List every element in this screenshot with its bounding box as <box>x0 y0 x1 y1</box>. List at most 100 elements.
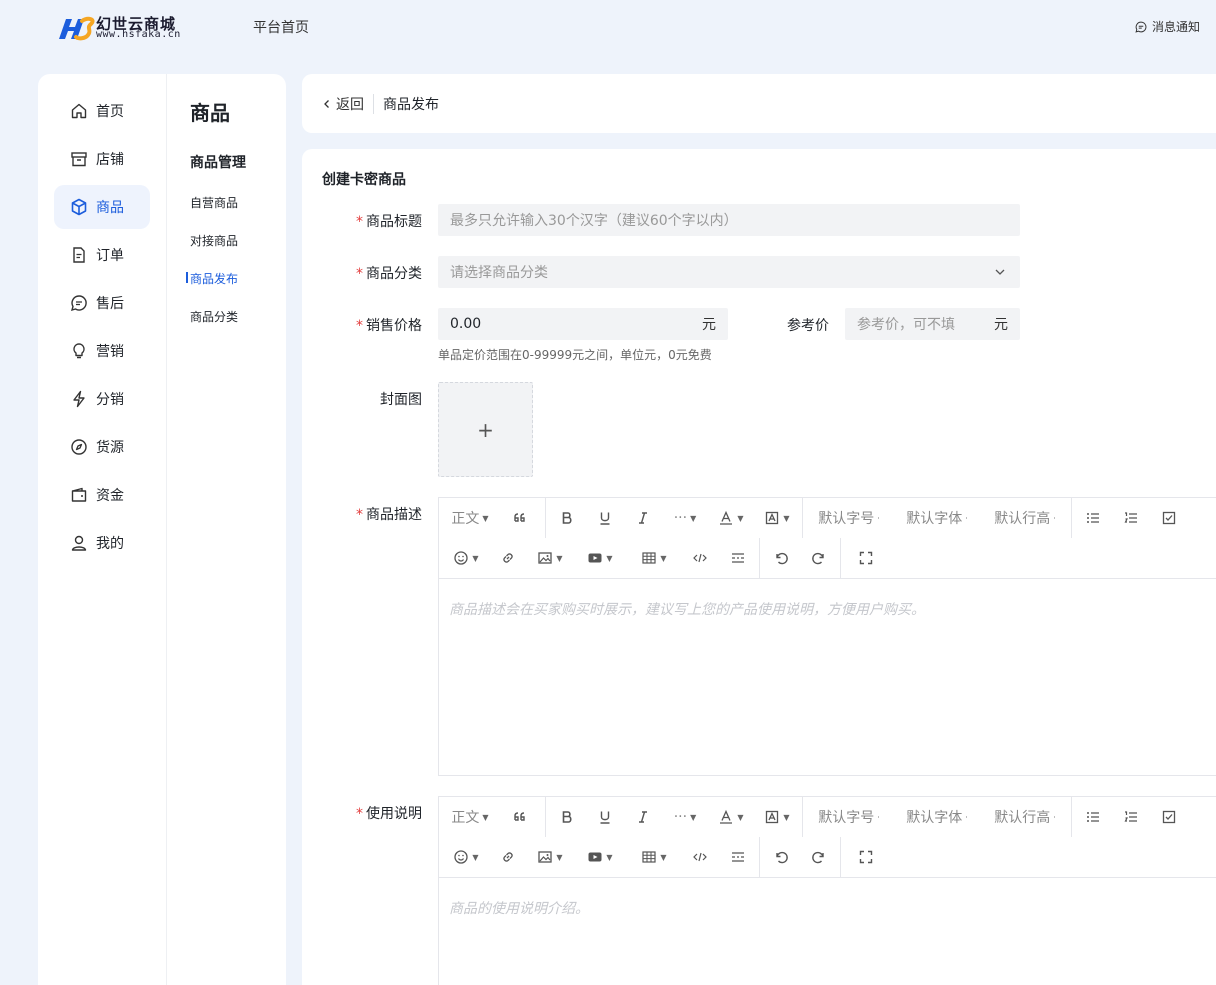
toolbar-divider <box>545 498 546 538</box>
underline-button[interactable] <box>586 498 624 538</box>
font-color-icon <box>720 510 733 525</box>
sidebar-item-mine[interactable]: 我的 <box>54 521 150 565</box>
name-input[interactable]: 最多只允许输入30个汉字（建议60个字以内） <box>438 204 1020 236</box>
video-button[interactable]: ▼ <box>573 837 627 877</box>
message-icon <box>1135 21 1147 33</box>
logo[interactable]: 幻世云商城 www.hsfaka.cn <box>58 13 188 43</box>
numbered-list-button[interactable] <box>1112 498 1150 538</box>
undo-button[interactable] <box>762 538 800 578</box>
bullet-list-button[interactable] <box>1074 797 1112 837</box>
sidebar-item-marketing[interactable]: 营销 <box>54 329 150 373</box>
checkbox-icon <box>1162 511 1176 525</box>
subnav-item-docking-goods[interactable]: 对接商品 <box>190 232 238 249</box>
line-height-dropdown[interactable]: 默认行高 · <box>981 797 1069 837</box>
platform-home-link[interactable]: 平台首页 <box>253 17 309 37</box>
italic-button[interactable] <box>624 797 662 837</box>
sidebar-item-distribution[interactable]: 分销 <box>54 377 150 421</box>
redo-button[interactable] <box>800 538 838 578</box>
chevron-left-icon <box>324 99 329 108</box>
divider-button[interactable] <box>719 538 757 578</box>
undo-button[interactable] <box>762 837 800 877</box>
emoji-button[interactable]: ▼ <box>443 538 489 578</box>
font-family-dropdown[interactable]: 默认字体 · <box>893 797 981 837</box>
quote-icon <box>514 812 525 821</box>
sidebar-item-home[interactable]: 首页 <box>54 89 150 133</box>
sidebar-item-aftersale[interactable]: 售后 <box>54 281 150 325</box>
back-button[interactable]: 返回 <box>322 93 374 114</box>
paragraph-dropdown[interactable]: 正文 ▼ <box>443 797 497 837</box>
divider-button[interactable] <box>719 837 757 877</box>
table-button[interactable]: ▼ <box>627 538 681 578</box>
line-height-dropdown[interactable]: 默认行高 · <box>981 498 1069 538</box>
sidebar-item-goods[interactable]: 商品 <box>54 185 150 229</box>
font-size-dropdown[interactable]: 默认字号 · <box>805 797 893 837</box>
font-size-dropdown[interactable]: 默认字号 · <box>805 498 893 538</box>
font-color-button[interactable]: ▼ <box>708 797 754 837</box>
editor-toolbar-row: 正文 ▼ ··· ▼ ▼ ▼ 默认字号 · 默认字体 · 默认行高 · <box>439 797 1216 837</box>
bold-button[interactable] <box>548 797 586 837</box>
sidebar-item-label: 资金 <box>96 488 124 504</box>
emoji-button[interactable]: ▼ <box>443 837 489 877</box>
table-button[interactable]: ▼ <box>627 837 681 877</box>
subnav-item-category[interactable]: 商品分类 <box>190 308 238 325</box>
bullet-list-button[interactable] <box>1074 498 1112 538</box>
quote-button[interactable] <box>497 498 543 538</box>
sidebar-item-label: 商品 <box>96 200 124 216</box>
bold-icon <box>562 512 572 524</box>
toolbar-divider <box>1071 797 1072 837</box>
sidebar-item-supply[interactable]: 货源 <box>54 425 150 469</box>
ref-price-input[interactable]: 参考价，可不填 元 <box>845 308 1020 340</box>
bold-button[interactable] <box>548 498 586 538</box>
font-family-dropdown[interactable]: 默认字体 · <box>893 498 981 538</box>
quote-button[interactable] <box>497 797 543 837</box>
subnav-item-own-goods[interactable]: 自营商品 <box>190 194 238 211</box>
more-button[interactable]: ··· ▼ <box>662 498 708 538</box>
numbered-list-button[interactable] <box>1112 797 1150 837</box>
sidebar-item-label: 货源 <box>96 440 124 456</box>
italic-button[interactable] <box>624 498 662 538</box>
image-button[interactable]: ▼ <box>527 837 573 877</box>
table-icon <box>642 851 657 863</box>
background-color-button[interactable]: ▼ <box>754 498 800 538</box>
notification-link[interactable]: 消息通知 <box>1135 18 1200 35</box>
cover-upload[interactable]: + <box>438 382 533 477</box>
code-button[interactable] <box>681 837 719 877</box>
video-button[interactable]: ▼ <box>573 538 627 578</box>
bullet-list-icon <box>1087 812 1099 822</box>
font-color-button[interactable]: ▼ <box>708 498 754 538</box>
fullscreen-button[interactable] <box>843 837 889 877</box>
category-select[interactable]: 请选择商品分类 <box>438 256 1020 288</box>
sidebar-item-funds[interactable]: 资金 <box>54 473 150 517</box>
price-input[interactable]: 0.00 元 <box>438 308 728 340</box>
more-button[interactable]: ··· ▼ <box>662 797 708 837</box>
paragraph-dropdown[interactable]: 正文 ▼ <box>443 498 497 538</box>
user-icon <box>71 535 87 551</box>
code-button[interactable] <box>681 538 719 578</box>
sidebar-item-store[interactable]: 店铺 <box>54 137 150 181</box>
back-label: 返回 <box>336 96 364 113</box>
image-button[interactable]: ▼ <box>527 538 573 578</box>
desc-editor-content[interactable]: 商品描述会在买家购买时展示，建议写上您的产品使用说明，方便用户购买。 <box>439 578 1216 775</box>
background-color-button[interactable]: ▼ <box>754 797 800 837</box>
link-button[interactable] <box>489 538 527 578</box>
usage-editor-content[interactable]: 商品的使用说明介绍。 <box>439 877 1216 985</box>
fullscreen-button[interactable] <box>843 538 889 578</box>
bold-icon <box>562 811 572 823</box>
home-icon <box>71 103 87 119</box>
todo-button[interactable] <box>1150 498 1188 538</box>
breadcrumb: 返回 商品发布 <box>302 74 1216 133</box>
subnav-item-publish[interactable]: 商品发布 <box>185 270 238 287</box>
redo-button[interactable] <box>800 837 838 877</box>
store-icon <box>71 152 87 167</box>
toolbar-divider <box>759 538 760 578</box>
top-bar: 幻世云商城 www.hsfaka.cn 平台首页 消息通知 <box>0 0 1216 74</box>
video-icon <box>588 553 602 563</box>
editor-toolbar-row: ▼ ▼ ▼ ▼ <box>439 538 1216 578</box>
ref-price-label: 参考价 <box>787 318 829 334</box>
sidebar-item-label: 首页 <box>96 104 124 120</box>
link-button[interactable] <box>489 837 527 877</box>
todo-button[interactable] <box>1150 797 1188 837</box>
numbered-list-icon <box>1124 512 1137 523</box>
sidebar-item-orders[interactable]: 订单 <box>54 233 150 277</box>
underline-button[interactable] <box>586 797 624 837</box>
